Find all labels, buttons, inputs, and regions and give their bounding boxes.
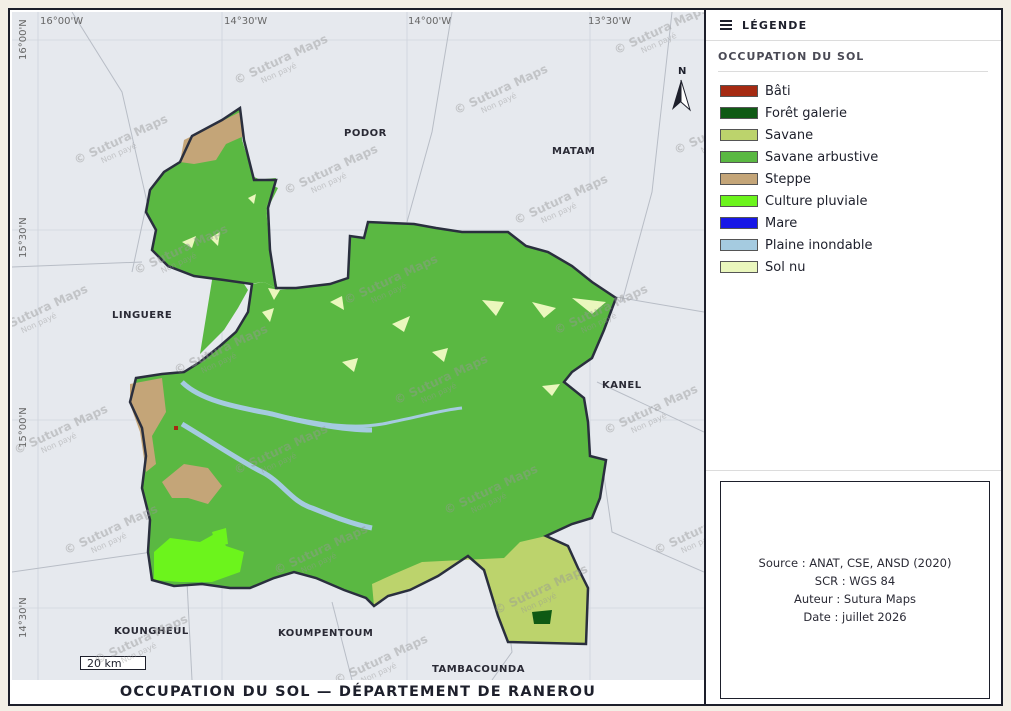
- date-line: Date : juillet 2026: [803, 610, 907, 624]
- legend-item-mare: Mare: [720, 212, 878, 234]
- legend-item-label: Sol nu: [765, 259, 806, 275]
- source-box: Source : ANAT, CSE, ANSD (2020) SCR : WG…: [720, 481, 990, 699]
- lat-tick: 15°00'N: [18, 407, 29, 448]
- map-title: OCCUPATION DU SOL — DÉPARTEMENT DE RANER…: [12, 680, 704, 704]
- swatch: [720, 107, 758, 119]
- place-label: PODOR: [344, 128, 387, 139]
- swatch: [720, 129, 758, 141]
- legend-item-foret-galerie: Forêt galerie: [720, 102, 878, 124]
- bati-marker: [174, 426, 178, 430]
- author-line: Auteur : Sutura Maps: [793, 592, 917, 606]
- crs-line: SCR : WGS 84: [814, 574, 896, 588]
- north-label: N: [678, 66, 687, 77]
- legend-title: LÉGENDE: [742, 18, 808, 32]
- place-label: KOUNGHEUL: [114, 626, 189, 637]
- legend-item-label: Culture pluviale: [765, 193, 868, 209]
- lon-tick: 14°00'W: [408, 16, 452, 27]
- legend-item-steppe: Steppe: [720, 168, 878, 190]
- legend-item-plaine-inondable: Plaine inondable: [720, 234, 878, 256]
- swatch: [720, 85, 758, 97]
- legend-item-label: Bâti: [765, 83, 791, 99]
- lat-tick: 16°00'N: [18, 19, 29, 60]
- legend-list: Bâti Forêt galerie Savane Savane arbusti…: [720, 80, 878, 278]
- menu-icon[interactable]: [720, 20, 732, 30]
- legend-item-sol-nu: Sol nu: [720, 256, 878, 278]
- place-label: KANEL: [602, 380, 642, 391]
- legend-section-title: OCCUPATION DU SOL: [718, 50, 988, 72]
- north-arrow-shape: [672, 79, 691, 112]
- lon-tick: 13°30'W: [588, 16, 632, 27]
- swatch: [720, 173, 758, 185]
- swatch: [720, 239, 758, 251]
- place-label: LINGUERE: [112, 310, 173, 321]
- legend-item-label: Savane: [765, 127, 814, 143]
- swatch: [720, 217, 758, 229]
- place-label: MATAM: [552, 146, 596, 157]
- legend-item-label: Savane arbustive: [765, 149, 879, 165]
- ranerou-department[interactable]: [130, 108, 616, 644]
- legend-item-label: Steppe: [765, 171, 811, 187]
- map-canvas[interactable]: 16°00'W 14°30'W 14°00'W 13°30'W 16°00'N …: [12, 12, 704, 680]
- place-label: TAMBACOUNDA: [432, 664, 525, 675]
- legend-item-bati: Bâti: [720, 80, 878, 102]
- north-arrow-icon: N: [668, 66, 698, 114]
- map-frame: 16°00'W 14°30'W 14°00'W 13°30'W 16°00'N …: [8, 8, 1003, 706]
- source-line: Source : ANAT, CSE, ANSD (2020): [758, 556, 952, 570]
- legend-header: LÉGENDE: [706, 10, 1001, 41]
- swatch: [720, 195, 758, 207]
- legend-separator: [706, 470, 1001, 471]
- lon-tick: 14°30'W: [224, 16, 268, 27]
- map-svg: [12, 12, 704, 680]
- swatch: [720, 261, 758, 273]
- lon-tick: 16°00'W: [40, 16, 84, 27]
- lat-tick: 15°30'N: [18, 217, 29, 258]
- legend-item-savane-arbustive: Savane arbustive: [720, 146, 878, 168]
- legend-item-label: Forêt galerie: [765, 105, 848, 121]
- lat-tick: 14°30'N: [18, 597, 29, 638]
- legend-item-culture-pluviale: Culture pluviale: [720, 190, 878, 212]
- place-label: KOUMPENTOUM: [278, 628, 374, 639]
- legend-item-label: Mare: [765, 215, 798, 231]
- legend-panel: LÉGENDE OCCUPATION DU SOL Bâti Forêt gal…: [706, 10, 1001, 704]
- legend-item-savane: Savane: [720, 124, 878, 146]
- scale-bar: 20 km: [80, 656, 146, 670]
- legend-item-label: Plaine inondable: [765, 237, 873, 253]
- swatch: [720, 151, 758, 163]
